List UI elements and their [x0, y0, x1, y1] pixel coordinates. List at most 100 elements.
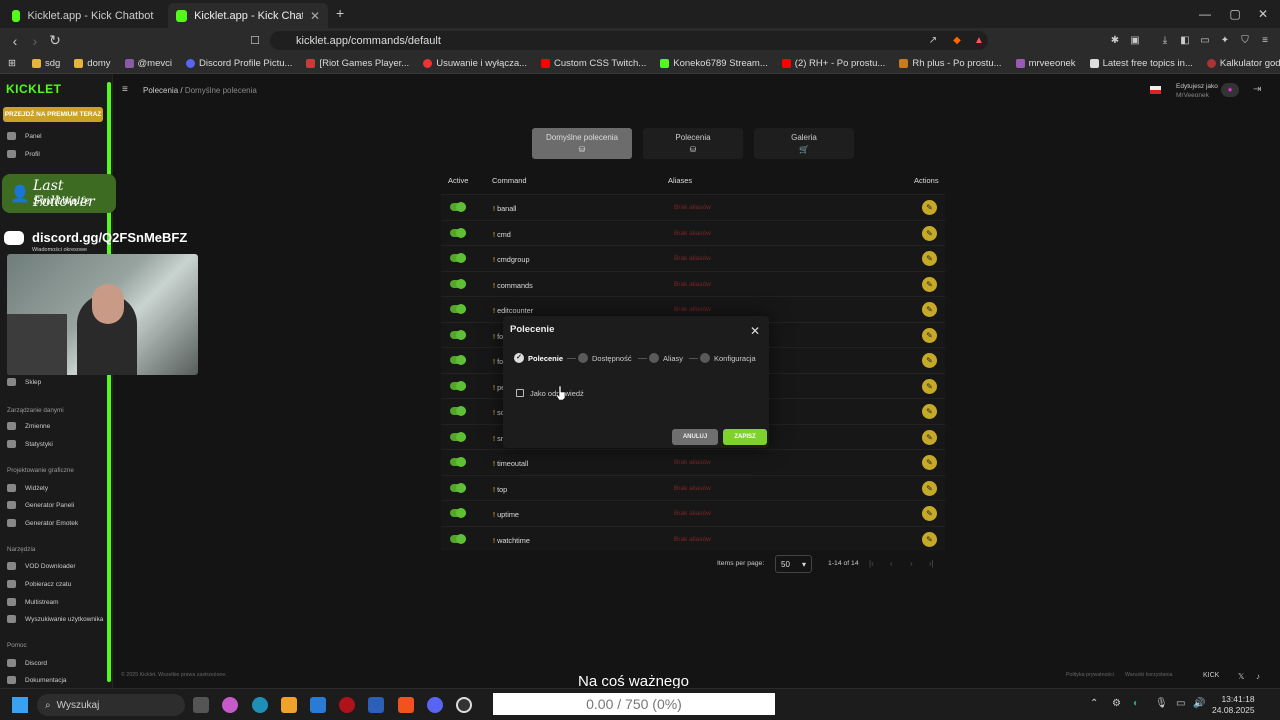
- tab-gallery[interactable]: Galeria 🛒: [754, 128, 854, 159]
- bookmark-item[interactable]: (2) RH+ - Po prostu...: [781, 58, 885, 69]
- sidebar-item-shop[interactable]: Sklep: [7, 378, 41, 386]
- active-toggle[interactable]: [450, 355, 466, 365]
- edit-icon[interactable]: ✎: [922, 353, 937, 368]
- active-toggle[interactable]: [450, 253, 466, 263]
- cancel-button[interactable]: ANULUJ: [672, 429, 718, 445]
- kicklet-logo[interactable]: KICKLET: [6, 82, 62, 96]
- address-bar[interactable]: kicklet.app/commands/default: [270, 31, 988, 50]
- active-toggle[interactable]: [450, 457, 466, 467]
- sidebar-item-periodic-messages[interactable]: Wiadomości okresowe: [32, 247, 87, 253]
- screenshot-icon[interactable]: ▣: [1124, 28, 1146, 53]
- brave-shield-icon[interactable]: ◆: [946, 28, 968, 53]
- bookmark-item[interactable]: sdg: [31, 58, 60, 69]
- brave-rewards-icon[interactable]: ▲: [968, 28, 990, 53]
- step-command[interactable]: ✓ Polecenie: [514, 353, 563, 363]
- bookmark-item[interactable]: Usuwanie i wyłącza...: [423, 58, 527, 69]
- sidebar-item-discord[interactable]: Discord: [7, 659, 47, 667]
- edit-icon[interactable]: ✎: [922, 531, 937, 547]
- app-icon[interactable]: [339, 697, 355, 713]
- edge-icon[interactable]: [252, 697, 268, 713]
- step-configuration[interactable]: Konfiguracja: [700, 353, 756, 363]
- leo-ai-icon[interactable]: ✦: [1214, 28, 1236, 53]
- sidebar-item-vod[interactable]: VOD Downloader: [7, 562, 76, 570]
- active-toggle[interactable]: [450, 380, 466, 391]
- edit-icon[interactable]: ✎: [922, 276, 937, 292]
- bookmark-item[interactable]: domy: [74, 58, 111, 69]
- bookmark-item[interactable]: Discord Profile Pictu...: [185, 58, 292, 69]
- sidebar-item-panel-generator[interactable]: Generator Paneli: [7, 501, 74, 509]
- tray-app-icon[interactable]: ⚙: [1112, 698, 1121, 709]
- edit-icon[interactable]: ✎: [922, 251, 937, 266]
- menu-toggle-icon[interactable]: ≡: [122, 84, 128, 95]
- edit-icon[interactable]: ✎: [922, 480, 937, 496]
- polish-flag-icon[interactable]: [1150, 86, 1161, 94]
- sidebar-item-profile[interactable]: Profil: [7, 150, 40, 158]
- sidebar-item-panel[interactable]: Panel: [7, 132, 42, 140]
- edit-icon[interactable]: ✎: [922, 200, 937, 215]
- volume-icon[interactable]: 🔊: [1193, 698, 1205, 709]
- active-toggle[interactable]: [450, 278, 466, 289]
- save-button[interactable]: ZAPISZ: [723, 429, 767, 445]
- breadcrumb-commands[interactable]: Polecenia: [143, 86, 178, 95]
- sidebar-item-chat-downloader[interactable]: Pobieracz czatu: [7, 580, 71, 588]
- edit-icon[interactable]: ✎: [922, 378, 937, 394]
- app-icon[interactable]: [368, 697, 384, 713]
- prev-page-icon[interactable]: ‹: [890, 559, 893, 568]
- tab-commands[interactable]: Polecenia ⛁: [643, 128, 743, 159]
- edit-icon[interactable]: ✎: [922, 455, 937, 470]
- edit-icon[interactable]: ✎: [922, 404, 937, 419]
- next-page-icon[interactable]: ›: [910, 559, 913, 568]
- step-aliases[interactable]: Aliasy: [649, 353, 683, 363]
- apps-icon[interactable]: ⊞: [8, 58, 16, 69]
- download-icon[interactable]: ⤓: [1154, 28, 1176, 53]
- share-icon[interactable]: ↗: [922, 28, 944, 53]
- new-tab-button[interactable]: +: [336, 5, 344, 21]
- browser-tab-1[interactable]: Kicklet.app - Kick Chatbot and Overla: [4, 3, 164, 28]
- active-toggle[interactable]: [450, 329, 466, 340]
- bookmark-item[interactable]: @mevci: [124, 58, 172, 69]
- close-window-button[interactable]: ✕: [1246, 0, 1280, 28]
- back-icon[interactable]: ‹: [4, 28, 26, 53]
- copilot-icon[interactable]: [222, 697, 238, 713]
- close-icon[interactable]: ✕: [750, 324, 760, 338]
- premium-button[interactable]: PRZEJDŹ NA PREMIUM TERAZ: [3, 107, 103, 122]
- logout-icon[interactable]: ⇥: [1253, 84, 1261, 95]
- outlook-icon[interactable]: [310, 697, 326, 713]
- sidebar-item-stats[interactable]: Statystyki: [7, 440, 53, 448]
- discord-icon[interactable]: [427, 697, 443, 713]
- step-availability[interactable]: Dostępność: [578, 353, 632, 363]
- task-view-icon[interactable]: [193, 697, 209, 713]
- bookmark-item[interactable]: mrveeonek: [1015, 58, 1076, 69]
- brave-icon[interactable]: [398, 697, 414, 713]
- browser-tab-2[interactable]: Kicklet.app - Kick Chatbot and O ✕: [168, 3, 328, 28]
- bookmark-item[interactable]: [Riot Games Player...: [306, 58, 409, 69]
- active-toggle[interactable]: [450, 202, 466, 212]
- bookmark-item[interactable]: Kalkulator godzin -...: [1206, 58, 1280, 69]
- vpn-icon[interactable]: ⛉: [1234, 28, 1256, 53]
- tray-app-icon[interactable]: ◐: [1133, 698, 1139, 709]
- chevron-up-icon[interactable]: ⌃: [1090, 698, 1098, 709]
- edit-icon[interactable]: ✎: [922, 429, 937, 445]
- active-toggle[interactable]: [450, 482, 466, 493]
- sidebar-item-multistream[interactable]: Multistream: [7, 598, 59, 606]
- forward-icon[interactable]: ›: [24, 28, 46, 53]
- extensions-icon[interactable]: ✱: [1104, 28, 1126, 53]
- as-reply-checkbox[interactable]: [516, 389, 524, 397]
- bookmark-icon[interactable]: ☐: [244, 28, 266, 53]
- bookmark-item[interactable]: Custom CSS Twitch...: [541, 58, 646, 69]
- explorer-icon[interactable]: [281, 697, 297, 713]
- close-tab-icon[interactable]: ✕: [310, 9, 320, 23]
- clock[interactable]: 13:41:18 24.08.2025: [1212, 694, 1255, 716]
- active-toggle[interactable]: [450, 431, 466, 442]
- sidebar-item-user-search[interactable]: Wyszukiwanie użytkownika: [7, 615, 103, 623]
- last-page-icon[interactable]: ›|: [929, 559, 934, 568]
- active-toggle[interactable]: [450, 406, 466, 416]
- microphone-icon[interactable]: 🎙: [1155, 698, 1168, 709]
- reload-icon[interactable]: ↻: [44, 28, 66, 53]
- items-per-page-select[interactable]: 50 ▾: [775, 555, 812, 573]
- menu-icon[interactable]: ≡: [1254, 28, 1276, 53]
- wallet-icon[interactable]: ▭: [1194, 28, 1216, 53]
- active-toggle[interactable]: [450, 533, 466, 544]
- network-icon[interactable]: ▭: [1176, 698, 1185, 709]
- avatar[interactable]: ◉: [1221, 83, 1239, 97]
